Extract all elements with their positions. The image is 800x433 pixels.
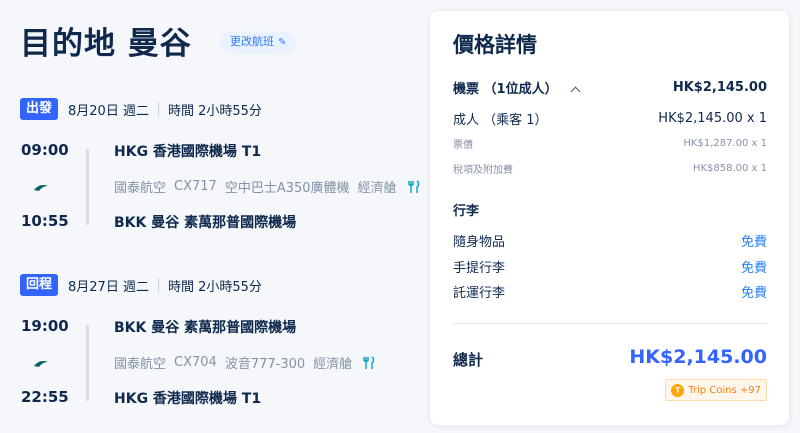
total-label: 總計 xyxy=(453,351,484,369)
price-details-card: 價格詳情 機票 （1位成人） HK$2,145.00 成人 （乘客 1） HK$… xyxy=(430,11,789,425)
adult-row: 成人 （乘客 1） HK$2,145.00 x 1 xyxy=(453,109,767,128)
ticket-label: 機票 （1位成人） xyxy=(453,82,558,97)
baggage-value: 免費 xyxy=(740,286,767,301)
arrive-airport: HKG 香港國際機場 T1 xyxy=(114,391,262,407)
segment-date: 8月27日 週二 xyxy=(68,279,149,295)
baggage-label: 隨身物品 xyxy=(453,235,506,250)
segment-header: 回程 8月27日 週二 時間 2小時55分 xyxy=(20,274,262,296)
segment-header: 出發 8月20日 週二 時間 2小時55分 xyxy=(20,98,262,120)
baggage-value: 免費 xyxy=(740,261,767,276)
tax-label: 稅項及附加費 xyxy=(453,165,513,176)
divider xyxy=(453,323,767,324)
meal-icon xyxy=(407,179,419,193)
depart-time: 09:00 xyxy=(21,141,69,159)
itinerary-panel: 目的地 曼谷 更改航班 ✎ 出發 8月20日 週二 時間 2小時55分 09:00… xyxy=(0,0,420,433)
baggage-row: 託運行李 免費 xyxy=(453,282,767,301)
depart-badge: 出發 xyxy=(20,98,59,120)
total-price: HK$2,145.00 xyxy=(629,346,767,368)
airline-name: 國泰航空 xyxy=(114,181,167,196)
baggage-value: 免費 xyxy=(740,235,767,250)
cabin-class: 經濟艙 xyxy=(357,181,397,196)
depart-airport: BKK 曼谷 素萬那普國際機場 xyxy=(114,320,297,336)
adult-value: HK$2,145.00 x 1 xyxy=(658,111,767,126)
flight-details: 國泰航空 CX717 空中巴士A350廣體機 經濟艙 xyxy=(114,177,421,196)
flight-details: 國泰航空 CX704 波音777-300 經濟艙 xyxy=(114,353,376,372)
fare-row: 票價 HK$1,287.00 x 1 xyxy=(453,136,767,151)
baggage-row: 隨身物品 免費 xyxy=(453,231,767,250)
depart-airport: HKG 香港國際機場 T1 xyxy=(114,144,262,160)
price-title: 價格詳情 xyxy=(453,33,537,57)
route-line xyxy=(86,325,89,401)
baggage-row: 手提行李 免費 xyxy=(453,257,767,276)
tax-row: 稅項及附加費 HK$858.00 x 1 xyxy=(453,161,767,176)
ticket-total: HK$2,145.00 xyxy=(672,80,767,95)
cathay-logo-icon xyxy=(34,185,48,191)
segment-date: 8月20日 週二 xyxy=(68,103,149,119)
meal-icon xyxy=(363,355,375,369)
adult-label: 成人 （乘客 1） xyxy=(453,113,548,128)
airline-name: 國泰航空 xyxy=(114,357,167,372)
coin-icon: T xyxy=(671,383,685,397)
arrive-airport: BKK 曼谷 素萬那普國際機場 xyxy=(114,215,297,231)
depart-time: 19:00 xyxy=(21,317,69,335)
return-badge: 回程 xyxy=(20,274,59,296)
fare-value: HK$1,287.00 x 1 xyxy=(683,138,767,149)
arrive-time: 22:55 xyxy=(21,388,69,406)
page-title: 目的地 曼谷 xyxy=(20,26,192,62)
ticket-label-wrap: 機票 （1位成人） xyxy=(453,78,581,97)
ticket-row[interactable]: 機票 （1位成人） HK$2,145.00 xyxy=(453,78,767,97)
segment-duration: 時間 2小時55分 xyxy=(167,103,262,119)
aircraft-type: 空中巴士A350廣體機 xyxy=(224,181,350,196)
trip-coins-badge: T Trip Coins +97 xyxy=(665,379,767,401)
baggage-title: 行李 xyxy=(453,204,480,219)
arrive-time: 10:55 xyxy=(21,212,69,230)
cathay-logo-icon xyxy=(34,361,48,367)
divider xyxy=(157,102,159,116)
trip-coins-label: Trip Coins +97 xyxy=(688,384,761,396)
tax-value: HK$858.00 x 1 xyxy=(692,163,767,174)
fare-label: 票價 xyxy=(453,140,473,151)
pencil-icon: ✎ xyxy=(278,37,287,48)
chevron-up-icon[interactable] xyxy=(570,86,581,97)
aircraft-type: 波音777-300 xyxy=(224,357,306,372)
flight-number: CX717 xyxy=(174,179,217,194)
baggage-label: 手提行李 xyxy=(453,261,506,276)
route-line xyxy=(86,149,89,225)
baggage-label: 託運行李 xyxy=(453,286,506,301)
divider xyxy=(157,278,159,292)
cabin-class: 經濟艙 xyxy=(313,357,353,372)
change-flight-label: 更改航班 xyxy=(230,35,274,48)
segment-duration: 時間 2小時55分 xyxy=(167,279,262,295)
flight-number: CX704 xyxy=(174,355,217,370)
change-flight-button[interactable]: 更改航班 ✎ xyxy=(220,31,297,53)
